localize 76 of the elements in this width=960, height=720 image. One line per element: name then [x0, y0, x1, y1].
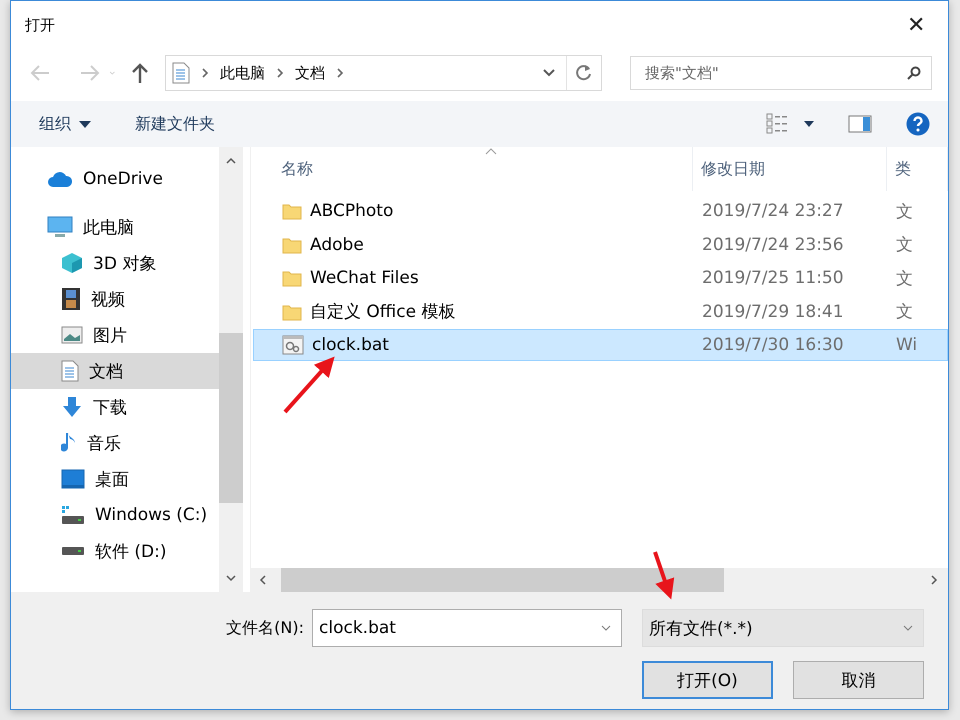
sort-caret-icon: [485, 147, 497, 155]
file-type: 文: [895, 234, 914, 256]
dialog-button[interactable]: 打开(O): [642, 661, 773, 699]
file-row[interactable]: ABCPhoto 2019/7/24 23:27 文: [253, 195, 948, 227]
file-name: clock.bat: [312, 335, 389, 356]
document-icon: [61, 360, 79, 382]
monitor-icon: [47, 216, 73, 238]
chevron-icon: [275, 67, 285, 79]
gears-file-icon: [282, 335, 304, 356]
file-row[interactable]: Adobe 2019/7/24 23:56 文: [253, 228, 948, 261]
close-button[interactable]: ✕: [896, 5, 936, 45]
chevron-down-icon: [601, 625, 611, 631]
column-header[interactable]: 类: [887, 147, 948, 191]
sidebar-item[interactable]: 此电脑: [11, 209, 219, 245]
sidebar-item[interactable]: 3D 对象: [11, 245, 219, 281]
filename-label: 文件名(N):: [226, 618, 304, 638]
horizontal-scrollbar[interactable]: [251, 568, 948, 592]
file-name: ABCPhoto: [310, 201, 394, 221]
toolbar-button[interactable]: 新建文件夹: [135, 114, 215, 134]
chevron-down-icon: [903, 625, 913, 631]
file-name: 自定义 Office 模板: [310, 301, 456, 324]
sidebar-item[interactable]: 文档: [11, 353, 219, 389]
view-options-icon[interactable]: [766, 113, 814, 135]
desktop-icon: [61, 469, 85, 489]
refresh-icon[interactable]: [575, 64, 593, 82]
music-note-icon: [61, 432, 77, 454]
sidebar-item[interactable]: OneDrive: [11, 161, 219, 197]
search-box[interactable]: 搜索"文档": [630, 56, 932, 90]
file-row[interactable]: 自定义 Office 模板 2019/7/29 18:41 文: [253, 296, 948, 328]
file-row[interactable]: clock.bat 2019/7/30 16:30 Wi: [253, 329, 948, 362]
annotation-arrow: [284, 356, 335, 414]
image-icon: [61, 326, 83, 344]
file-type: 文: [895, 200, 914, 222]
preview-pane-icon[interactable]: [848, 114, 872, 134]
cube-icon: [61, 252, 83, 274]
sidebar-item[interactable]: 音乐: [11, 425, 219, 461]
sidebar-item[interactable]: 桌面: [11, 461, 219, 497]
column-header[interactable]: 名称: [251, 147, 693, 191]
film-icon: [61, 287, 81, 311]
dialog-button[interactable]: 取消: [793, 661, 924, 699]
chevron-down-icon[interactable]: [542, 68, 556, 78]
caret-icon: [79, 120, 91, 128]
download-arrow-icon: [61, 396, 83, 418]
help-icon[interactable]: [906, 112, 930, 136]
drive-icon: [61, 505, 85, 525]
file-type: 文: [895, 301, 914, 324]
breadcrumb-item[interactable]: 此电脑: [220, 64, 265, 82]
window-title: 打开: [25, 16, 55, 34]
chevron-icon: [335, 67, 345, 79]
scrollbar[interactable]: [219, 147, 243, 592]
file-date: 2019/7/30 16:30: [701, 335, 845, 356]
file-name: Adobe: [310, 234, 364, 255]
file-row[interactable]: WeChat Files 2019/7/25 11:50 文: [253, 262, 948, 294]
file-date: 2019/7/29 18:41: [701, 302, 845, 322]
sidebar-item[interactable]: 下载: [11, 389, 219, 425]
drive-icon: [61, 545, 85, 557]
file-type: Wi: [895, 335, 918, 356]
file-date: 2019/7/24 23:27: [701, 201, 845, 221]
chevron-icon: [200, 67, 210, 79]
address-bar[interactable]: 此电脑 文档: [165, 55, 602, 91]
file-date: 2019/7/24 23:56: [701, 234, 845, 255]
file-type: 文: [895, 268, 914, 290]
search-icon: [907, 66, 921, 80]
breadcrumb-item[interactable]: 文档: [295, 64, 325, 82]
toolbar-button[interactable]: 组织: [39, 114, 91, 134]
file-date: 2019/7/25 11:50: [701, 268, 845, 288]
file-name: WeChat Files: [310, 268, 419, 288]
sidebar-item[interactable]: 软件 (D:): [11, 533, 219, 569]
annotation-arrow: [653, 551, 674, 600]
sidebar-item[interactable]: 图片: [11, 317, 219, 353]
cloud-icon: [47, 170, 73, 188]
column-header[interactable]: 修改日期: [693, 147, 887, 191]
file-type-dropdown[interactable]: 所有文件(*.*): [642, 609, 924, 647]
sidebar-item[interactable]: Windows (C:): [11, 497, 219, 533]
document-icon: [172, 61, 190, 85]
sidebar-item[interactable]: 视频: [11, 281, 219, 317]
